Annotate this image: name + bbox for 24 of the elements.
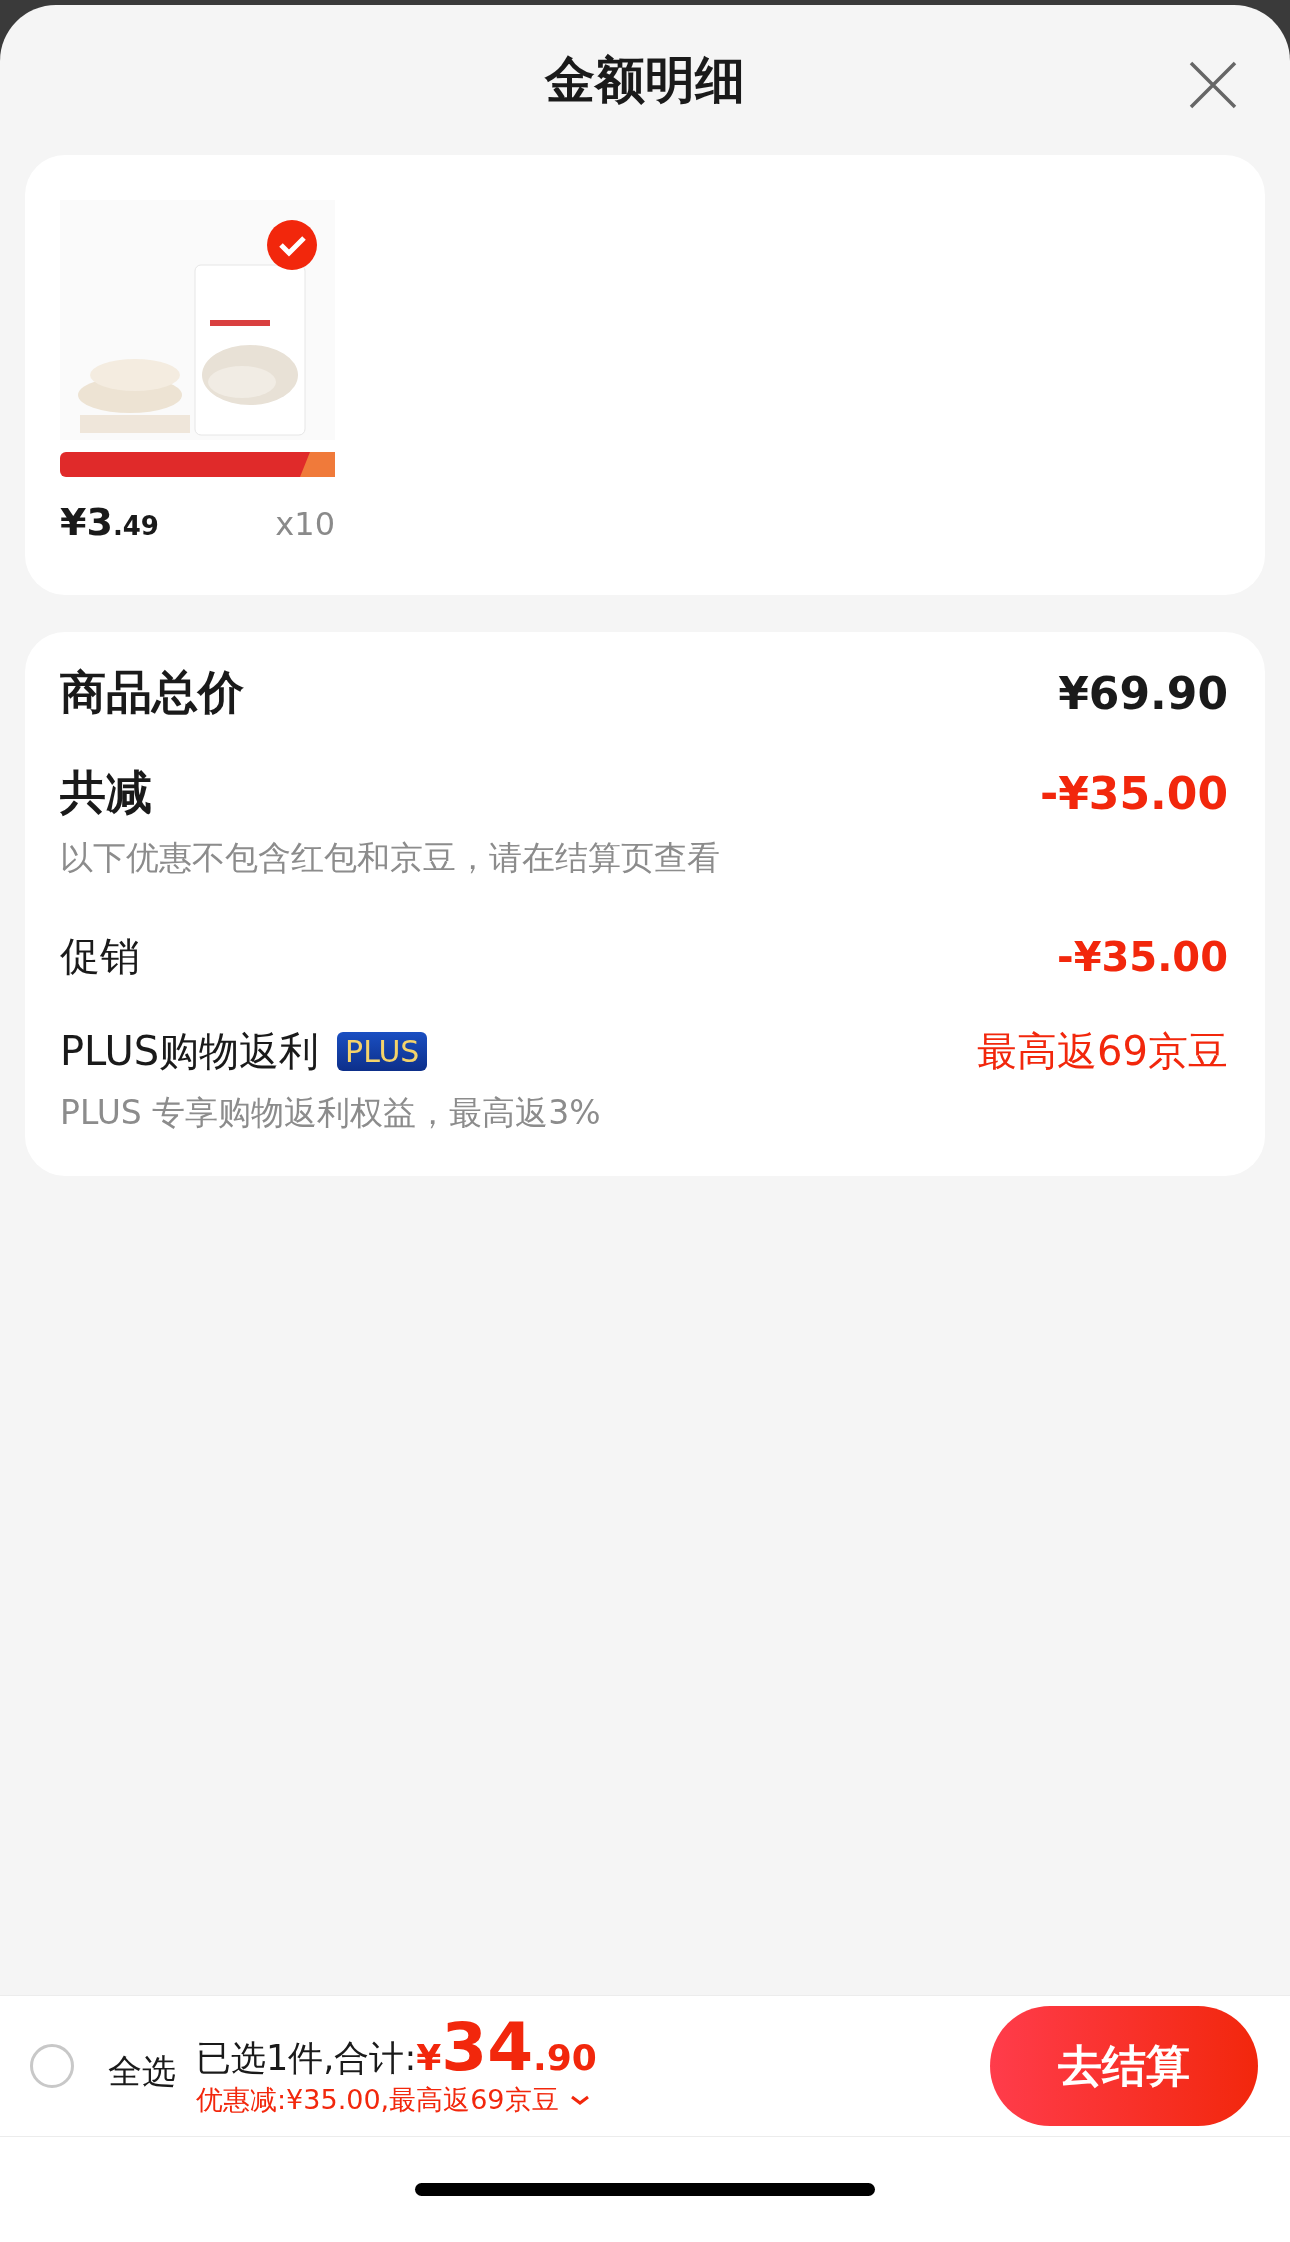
selected-count: 已选1件,合计: — [196, 2036, 417, 2080]
checkmark-icon[interactable] — [267, 220, 317, 270]
total-decimal: .90 — [533, 2036, 597, 2078]
plus-badge: PLUS — [337, 1032, 428, 1071]
select-all-radio[interactable] — [30, 2044, 74, 2088]
row-label: 促销 — [60, 932, 140, 981]
row-value: -¥35.00 — [1057, 933, 1228, 980]
row-value: ¥69.90 — [1058, 667, 1228, 719]
row-label: PLUS购物返利 — [60, 1027, 320, 1076]
row-value: -¥35.00 — [1039, 767, 1228, 819]
item-price: ¥3.49 — [60, 500, 159, 544]
row-note: 以下优惠不包含红包和京豆，请在结算页查看 — [60, 837, 721, 879]
sheet-title: 金额明细 — [545, 49, 745, 111]
row-label: 共减 — [60, 765, 152, 819]
close-icon[interactable] — [1188, 60, 1238, 110]
savings-text: 优惠减:¥35.00,最高返69京豆 — [196, 2082, 559, 2117]
checkout-button[interactable]: 去结算 — [990, 2006, 1258, 2126]
total-integer: 34 — [441, 2014, 534, 2081]
select-all-label[interactable]: 全选 — [108, 2049, 176, 2095]
currency-symbol: ¥ — [416, 2036, 442, 2078]
row-label: 商品总价 — [60, 665, 244, 719]
item-quantity: x10 — [275, 505, 335, 543]
row-note: PLUS 专享购物返利权益，最高返3% — [60, 1092, 602, 1134]
row-value: 最高返69京豆 — [977, 1027, 1228, 1076]
